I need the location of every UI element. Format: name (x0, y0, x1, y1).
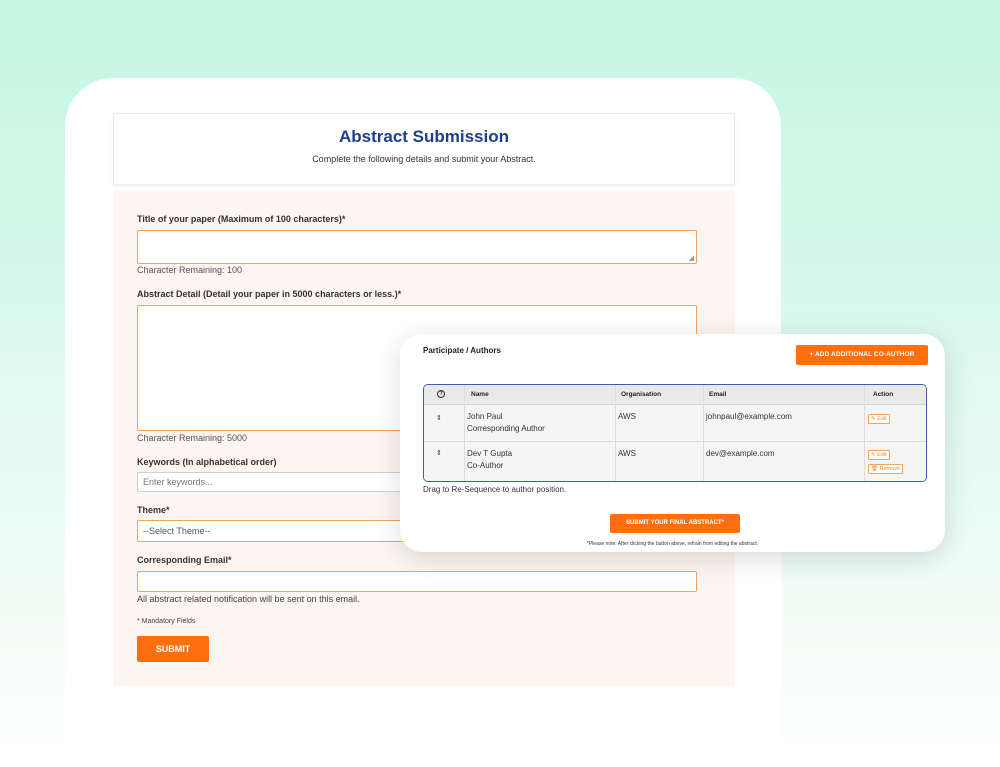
email-note: All abstract related notification will b… (137, 594, 360, 604)
edit-label: Edit (877, 452, 887, 458)
author-role: Co-Author (467, 461, 504, 470)
final-note: *Please note: After clicking the button … (586, 541, 759, 547)
author-email: dev@example.com (706, 449, 775, 458)
title-label: Title of your paper (Maximum of 100 char… (137, 214, 346, 224)
drag-note: Drag to Re-Sequence to author position. (423, 485, 567, 494)
author-name: Dev T Gupta (467, 449, 513, 458)
email-field[interactable] (137, 571, 697, 592)
abstract-char-remaining: Character Remaining: 5000 (137, 433, 248, 443)
page-title: Abstract Submission (338, 127, 510, 146)
authors-table: ? Name Organisation Email Action ⇕ John … (423, 384, 927, 482)
add-co-author-button[interactable]: + ADD ADDITIONAL CO-AUTHOR (796, 345, 928, 365)
sort-handle-icon[interactable]: ⇕ (436, 448, 442, 460)
keywords-label: Keywords (In alphabetical order) (137, 457, 277, 467)
author-organisation: AWS (618, 412, 636, 421)
abstract-label: Abstract Detail (Detail your paper in 50… (137, 289, 402, 299)
table-row[interactable]: ⇕ John Paul Corresponding Author AWS joh… (424, 405, 926, 442)
theme-label: Theme* (137, 505, 170, 515)
theme-selected-value: --Select Theme-- (143, 526, 211, 536)
column-divider (864, 385, 865, 481)
submit-final-abstract-button[interactable]: SUBMIT YOUR FINAL ABSTRACT* (610, 514, 740, 533)
column-name: Name (471, 391, 489, 398)
author-organisation: AWS (618, 449, 636, 458)
column-organisation: Organisation (621, 391, 662, 398)
remove-label: Remove (879, 466, 900, 472)
authors-panel: Participate / Authors + ADD ADDITIONAL C… (400, 334, 945, 552)
column-email: Email (709, 391, 727, 398)
column-divider (703, 385, 704, 481)
page-subtitle: Complete the following details and submi… (312, 154, 536, 164)
page-header: Abstract Submission Complete the followi… (113, 113, 735, 185)
edit-button[interactable]: ✎ Edit (868, 414, 890, 424)
resize-handle-icon[interactable]: ◢ (689, 254, 694, 262)
edit-label: Edit (877, 416, 887, 422)
sort-handle-icon[interactable]: ⇕ (436, 413, 442, 425)
column-action: Action (873, 391, 894, 398)
help-icon[interactable]: ? (437, 390, 445, 398)
title-input[interactable]: ◢ (137, 230, 697, 264)
mandatory-note: * Mandatory Fields (137, 618, 196, 625)
column-divider (464, 385, 465, 481)
remove-button[interactable]: 🗑 Remove (868, 464, 903, 474)
author-name: John Paul (467, 412, 503, 421)
table-row[interactable]: ⇕ Dev T Gupta Co-Author AWS dev@example.… (424, 442, 926, 481)
title-char-remaining: Character Remaining: 100 (137, 265, 243, 275)
table-header: ? Name Organisation Email Action (424, 385, 926, 405)
keywords-placeholder: Enter keywords... (143, 477, 213, 487)
author-role: Corresponding Author (467, 424, 545, 433)
edit-button[interactable]: ✎ Edit (868, 450, 890, 460)
author-email: johnpaul@example.com (706, 412, 792, 421)
email-label: Corresponding Email* (137, 555, 232, 565)
column-divider (615, 385, 616, 481)
submit-button[interactable]: SUBMIT (137, 636, 209, 662)
authors-title: Participate / Authors (423, 346, 501, 355)
